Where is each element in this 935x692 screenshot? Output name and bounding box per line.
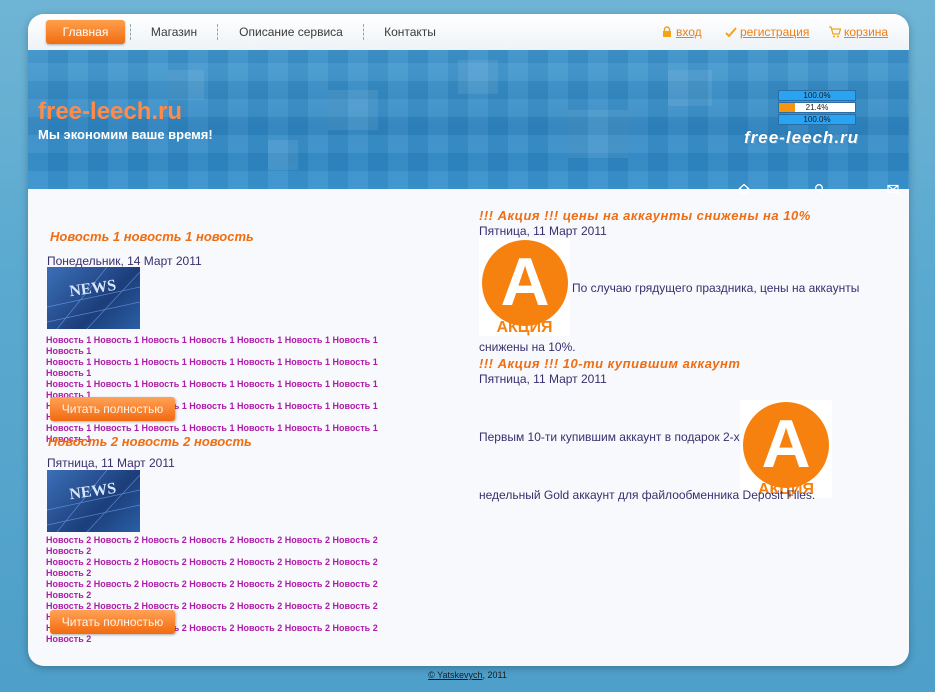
progress-bar-2: 21.4% xyxy=(778,102,856,113)
banner-decoration xyxy=(168,70,204,100)
nav-home[interactable]: Главная xyxy=(46,20,125,44)
promo-date: Пятница, 11 Март 2011 xyxy=(479,224,607,238)
news-body-line: Новость 2 Новость 2 Новость 2 Новость 2 … xyxy=(46,535,378,556)
promo-date: Пятница, 11 Март 2011 xyxy=(479,372,607,386)
read-more-button[interactable]: Читать полностью xyxy=(50,397,175,421)
cart-link[interactable]: корзина xyxy=(829,25,888,39)
header-banner: free-leech.ru Мы экономим ваше время! 10… xyxy=(28,50,909,195)
promo-title[interactable]: !!! Акция !!! цены на аккаунты снижены н… xyxy=(479,208,811,223)
register-link[interactable]: регистрация xyxy=(725,25,809,39)
promo-badge-image: A АКЦИЯ xyxy=(740,400,832,498)
nav-shop[interactable]: Магазин xyxy=(140,20,208,44)
news-image-label: NEWS xyxy=(68,480,117,503)
news-title[interactable]: Новость 1 новость 1 новость xyxy=(50,229,254,244)
page-container: Главная Магазин Описание сервиса Контакт… xyxy=(28,14,909,666)
news-graphic: NEWS xyxy=(47,470,140,532)
news-body-line: Новость 1 Новость 1 Новость 1 Новость 1 … xyxy=(46,335,378,356)
nav-separator xyxy=(130,24,132,40)
site-slogan: Мы экономим ваше время! xyxy=(38,127,213,142)
promo-text: недельный Gold аккаунт для файлообменник… xyxy=(479,488,816,502)
news-image: NEWS xyxy=(47,267,140,329)
cart-icon xyxy=(829,26,841,38)
nav-contacts[interactable]: Контакты xyxy=(374,20,446,44)
news-body: Новость 1 Новость 1 Новость 1 Новость 1 … xyxy=(46,335,416,445)
news-body-line: Новость 1 Новость 1 Новость 1 Новость 1 … xyxy=(46,357,378,378)
promo-badge-image: A АКЦИЯ xyxy=(479,238,570,336)
news-date: Пятница, 11 Март 2011 xyxy=(47,456,175,470)
promo-badge-letter: A xyxy=(761,406,811,482)
banner-decoration xyxy=(268,140,298,170)
login-link[interactable]: вход xyxy=(661,25,702,39)
banner-logo: free-leech.ru xyxy=(744,128,860,147)
news-image: NEWS xyxy=(47,470,140,532)
progress-label: 21.4% xyxy=(805,103,829,112)
nav-service-description[interactable]: Описание сервиса xyxy=(228,20,354,44)
promo-text: снижены на 10%. xyxy=(479,340,576,354)
footer-author-link[interactable]: © Yatskevych xyxy=(428,670,482,680)
nav-separator xyxy=(363,24,365,40)
news-body-line: Новость 2 Новость 2 Новость 2 Новость 2 … xyxy=(46,557,378,578)
promo-title[interactable]: !!! Акция !!! 10-ти купившим аккаунт xyxy=(479,356,740,371)
progress-bar-3: 100.0% xyxy=(778,114,856,125)
progress-fill xyxy=(779,103,796,112)
news-body-line: Новость 2 Новость 2 Новость 2 Новость 2 … xyxy=(46,579,378,600)
news-date: Понедельник, 14 Март 2011 xyxy=(47,254,202,268)
read-more-button[interactable]: Читать полностью xyxy=(50,610,175,634)
news-graphic: NEWS xyxy=(47,267,140,329)
footer: © Yatskevych, 2011 xyxy=(0,670,935,680)
promo-text: По случаю грядущего праздника, цены на а… xyxy=(572,281,860,295)
promo-badge-letter: A xyxy=(500,244,550,320)
lock-icon xyxy=(663,26,671,37)
banner-decoration xyxy=(568,110,628,158)
banner-decoration xyxy=(668,70,712,106)
nav-separator xyxy=(217,24,219,40)
cart-label: корзина xyxy=(844,25,889,39)
news-image-label: NEWS xyxy=(68,277,117,300)
banner-decoration xyxy=(328,90,378,130)
login-label: вход xyxy=(676,25,702,39)
progress-bar-1: 100.0% xyxy=(778,90,856,101)
promo-badge-label: АКЦИЯ xyxy=(496,319,553,336)
progress-label: 100.0% xyxy=(803,115,831,124)
promo-text: Первым 10-ти купившим аккаунт в подарок … xyxy=(479,430,740,444)
pencil-check-icon xyxy=(725,27,737,38)
main-content: Новость 1 новость 1 новость Понедельник,… xyxy=(28,189,909,666)
footer-year: , 2011 xyxy=(482,670,507,680)
site-name: free-leech.ru xyxy=(38,98,183,125)
progress-label: 100.0% xyxy=(803,91,831,100)
news-title[interactable]: Новость 2 новость 2 новость xyxy=(48,434,252,449)
register-label: регистрация xyxy=(740,25,810,39)
banner-decoration xyxy=(458,60,498,94)
top-navigation: Главная Магазин Описание сервиса Контакт… xyxy=(28,14,909,51)
